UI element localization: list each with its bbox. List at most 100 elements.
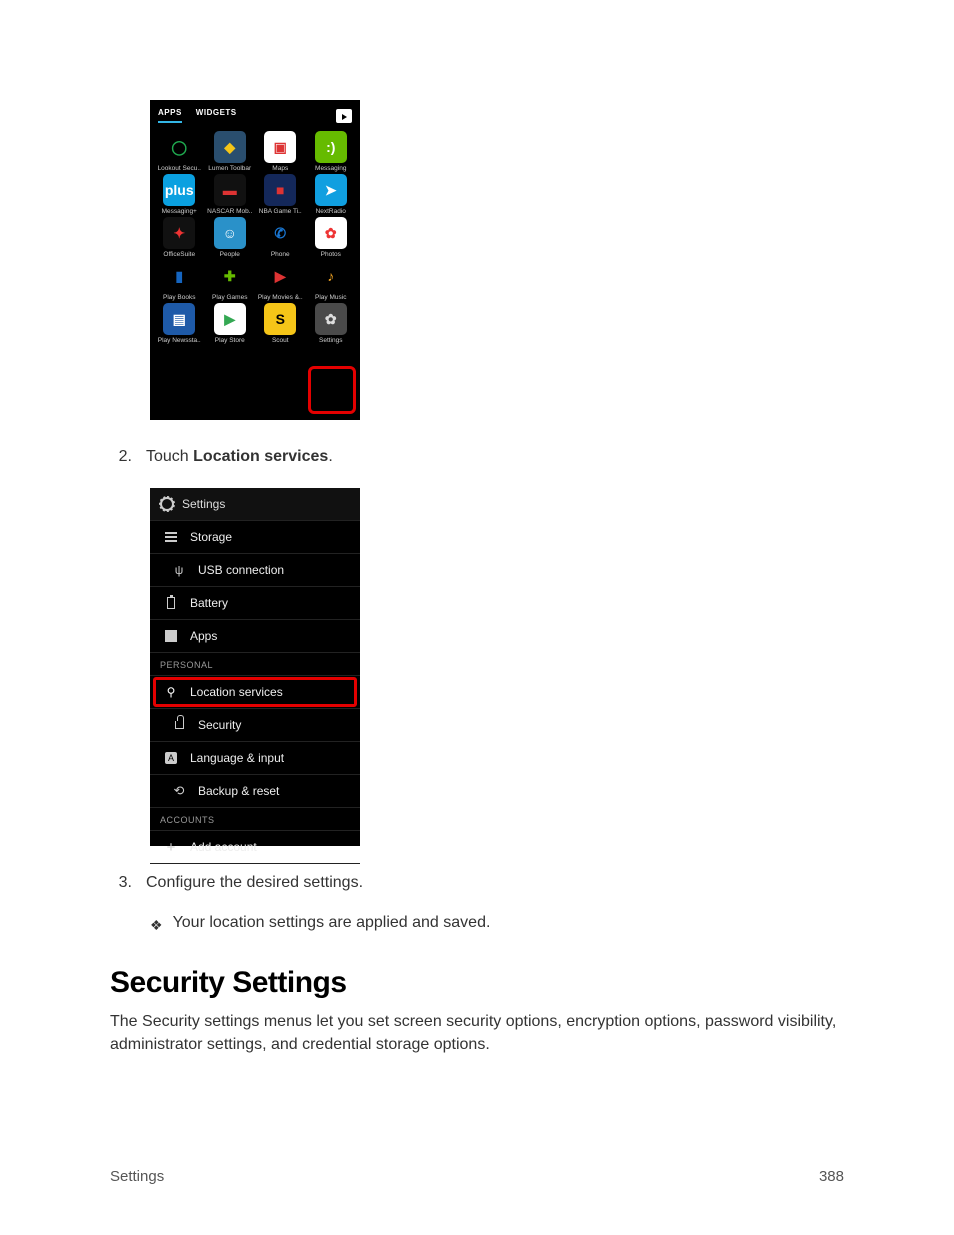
section-body: The Security settings menus let you set … — [110, 1010, 844, 1056]
settings-title: Settings — [182, 497, 225, 511]
app-icon: ✆ — [264, 217, 296, 249]
step-text-post: . — [328, 448, 332, 465]
settings-item-apps[interactable]: Apps — [150, 620, 360, 653]
app-icon: ✚ — [214, 260, 246, 292]
app-label: Play Music — [307, 294, 355, 301]
app-play-store[interactable]: ▶Play Store — [205, 303, 256, 344]
bars-icon — [164, 530, 178, 544]
apps-header: APPS WIDGETS — [152, 104, 358, 125]
app-icon: ▮ — [163, 260, 195, 292]
step-text-pre: Touch — [146, 448, 193, 465]
app-label: Play Store — [206, 337, 254, 344]
step-text: Configure the desired settings. — [146, 874, 363, 892]
app-messaging[interactable]: :)Messaging — [306, 131, 357, 172]
app-play-games[interactable]: ✚ Play Games — [205, 260, 256, 301]
app-maps[interactable]: ▣ Maps — [255, 131, 306, 172]
app-label: Photos — [307, 251, 355, 258]
settings-item-usb-connection[interactable]: USB connection — [150, 554, 360, 587]
step-text-bold: Location services — [193, 448, 328, 465]
app-icon: ◯ — [163, 131, 195, 163]
app-icon: ◆ — [214, 131, 246, 163]
app-play-music[interactable]: ♪Play Music — [306, 260, 357, 301]
settings-item-security[interactable]: Security — [150, 709, 360, 742]
app-label: Scout — [256, 337, 304, 344]
app-label: NextRadio — [307, 208, 355, 215]
app-label: Play Newssta.. — [155, 337, 203, 344]
lock-icon — [172, 718, 186, 732]
settings-item-location-services[interactable]: ⚲Location services — [150, 676, 360, 709]
app-play-books[interactable]: ▮ Play Books — [154, 260, 205, 301]
settings-item-storage[interactable]: Storage — [150, 521, 360, 554]
app-label: Phone — [256, 251, 304, 258]
settings-item-label: Backup & reset — [198, 784, 279, 798]
settings-header: Settings — [150, 488, 360, 521]
settings-item-battery[interactable]: Battery — [150, 587, 360, 620]
app-messaging[interactable]: plus Messaging+ — [154, 174, 205, 215]
app-label: Lookout Secu.. — [155, 165, 203, 172]
plus-icon — [164, 840, 178, 854]
app-label: Messaging+ — [155, 208, 203, 215]
app-label: Play Books — [155, 294, 203, 301]
settings-item-label: Battery — [190, 596, 228, 610]
settings-item-label: Language & input — [190, 751, 284, 765]
app-label: Settings — [307, 337, 355, 344]
section-heading: Security Settings — [110, 966, 844, 1000]
step-3: 3. Configure the desired settings. — [110, 874, 844, 892]
app-label: Play Games — [206, 294, 254, 301]
app-icon: ☺ — [214, 217, 246, 249]
app-nba-game-ti[interactable]: ■NBA Game Ti.. — [255, 174, 306, 215]
app-nextradio[interactable]: ➤ NextRadio — [306, 174, 357, 215]
result-note: ❖ Your location settings are applied and… — [150, 914, 844, 936]
tab-apps[interactable]: APPS — [158, 108, 182, 123]
step-number: 2. — [110, 448, 132, 466]
settings-highlight — [308, 366, 356, 414]
app-phone[interactable]: ✆ Phone — [255, 217, 306, 258]
app-lookout-secu[interactable]: ◯ Lookout Secu.. — [154, 131, 205, 172]
reset-icon — [172, 784, 186, 798]
app-people[interactable]: ☺People — [205, 217, 256, 258]
app-icon: ▬ — [214, 174, 246, 206]
settings-item-label: Storage — [190, 530, 232, 544]
app-icon: S — [264, 303, 296, 335]
sparkle-icon: ❖ — [150, 914, 163, 936]
pin-icon: ⚲ — [164, 685, 178, 699]
app-officesuite[interactable]: ✦OfficeSuite — [154, 217, 205, 258]
footer-chapter: Settings — [110, 1168, 164, 1185]
settings-item-label: Security — [198, 718, 241, 732]
app-nascar-mob[interactable]: ▬NASCAR Mob.. — [205, 174, 256, 215]
settings-item-language-input[interactable]: A Language & input — [150, 742, 360, 775]
app-icon: ✿ — [315, 303, 347, 335]
app-icon: :) — [315, 131, 347, 163]
bat-icon — [164, 596, 178, 610]
app-label: Lumen Toolbar — [206, 165, 254, 172]
gear-icon — [160, 497, 174, 511]
app-icon: plus — [163, 174, 195, 206]
apps-icon — [164, 629, 178, 643]
app-label: Maps — [256, 165, 304, 172]
page-footer: Settings 388 — [110, 1168, 844, 1185]
app-icon: ▤ — [163, 303, 195, 335]
note-text: Your location settings are applied and s… — [173, 914, 491, 932]
app-scout[interactable]: S Scout — [255, 303, 306, 344]
app-icon: ✦ — [163, 217, 195, 249]
tab-widgets[interactable]: WIDGETS — [196, 108, 237, 123]
app-icon: ▣ — [264, 131, 296, 163]
step-text: Touch Location services. — [146, 448, 333, 466]
app-lumen-toolbar[interactable]: ◆ Lumen Toolbar — [205, 131, 256, 172]
app-play-newssta[interactable]: ▤ Play Newssta.. — [154, 303, 205, 344]
app-icon: ▶ — [264, 260, 296, 292]
settings-item-add-account[interactable]: Add account — [150, 831, 360, 864]
settings-item-backup-reset[interactable]: Backup & reset — [150, 775, 360, 808]
usb-icon — [172, 563, 186, 577]
app-play-movies[interactable]: ▶ Play Movies &.. — [255, 260, 306, 301]
step-number: 3. — [110, 874, 132, 892]
app-icon: ➤ — [315, 174, 347, 206]
settings-item-label: USB connection — [198, 563, 284, 577]
app-photos[interactable]: ✿Photos — [306, 217, 357, 258]
lang-icon: A — [164, 751, 178, 765]
section-personal: PERSONAL — [150, 653, 360, 676]
shop-icon[interactable] — [336, 109, 352, 123]
app-label: Play Movies &.. — [256, 294, 304, 301]
settings-item-label: Add account — [190, 840, 257, 854]
app-settings[interactable]: ✿ Settings — [306, 303, 357, 344]
